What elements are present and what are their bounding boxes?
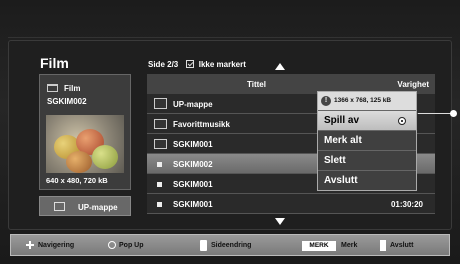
footer-page-change: Sideendring xyxy=(211,242,252,249)
file-icon xyxy=(157,162,162,167)
footer-mark: Merk xyxy=(341,242,358,249)
ok-button-icon xyxy=(108,241,116,249)
item-name: SGKIM001 xyxy=(173,180,213,189)
footer-navigate: Navigering xyxy=(38,242,75,249)
popup-item-delete[interactable]: Slett xyxy=(318,150,416,170)
popup-item-label: Slett xyxy=(324,155,346,166)
radio-selected-icon xyxy=(398,117,406,125)
callout-dot xyxy=(450,110,457,117)
page-info: Side 2/3 Ikke markert xyxy=(148,60,246,69)
preview-file-name: SGKIM002 xyxy=(47,97,87,106)
callout-line xyxy=(418,113,452,114)
popup-item-label: Merk alt xyxy=(324,135,362,146)
up-folder-icon xyxy=(54,202,65,211)
folder-icon xyxy=(47,84,58,92)
footer-popup: Pop Up xyxy=(119,242,144,249)
popup-info-text: 1366 x 768, 125 kB xyxy=(334,97,392,104)
media-browser-screen: Film Side 2/3 Ikke markert Film SGKIM002… xyxy=(0,0,460,264)
list-item[interactable]: SGKIM001 01:30:20 xyxy=(147,194,435,214)
popup-item-label: Avslutt xyxy=(324,175,358,186)
item-name: UP-mappe xyxy=(173,100,213,109)
folder-icon xyxy=(154,119,167,129)
info-icon: ! xyxy=(321,96,331,106)
exit-key-icon xyxy=(380,240,386,251)
up-folder-button[interactable]: UP-mappe xyxy=(39,196,131,216)
navigation-arrows-icon xyxy=(26,241,34,249)
item-name: Favorittmusikk xyxy=(173,120,230,129)
page-up-down-icon xyxy=(200,240,207,251)
column-title: Tittel xyxy=(247,80,266,89)
item-duration: 01:30:20 xyxy=(390,200,423,209)
item-name: SGKIM001 xyxy=(173,140,213,149)
file-icon xyxy=(157,202,162,207)
mark-key: MERK xyxy=(302,241,336,251)
preview-panel: Film SGKIM002 640 x 480, 720 kB xyxy=(39,74,131,190)
up-folder-button-label: UP-mappe xyxy=(78,203,118,212)
page-title: Film xyxy=(40,55,69,71)
page-counter: Side 2/3 xyxy=(148,60,179,69)
popup-menu: ! 1366 x 768, 125 kB Spill av Merk alt S… xyxy=(317,91,417,191)
popup-item-label: Spill av xyxy=(324,115,360,126)
popup-item-mark-all[interactable]: Merk alt xyxy=(318,130,416,150)
folder-icon xyxy=(154,139,167,149)
scroll-down-arrow-icon[interactable] xyxy=(275,218,285,225)
item-name: SGKIM001 xyxy=(173,200,213,209)
popup-item-play[interactable]: Spill av xyxy=(318,110,416,130)
column-duration: Varighet xyxy=(397,80,429,89)
preview-resolution: 640 x 480, 720 kB xyxy=(46,176,108,185)
up-folder-icon xyxy=(154,98,167,109)
preview-thumbnail xyxy=(46,115,124,173)
item-name: SGKIM002 xyxy=(173,160,213,169)
preview-folder-label: Film xyxy=(64,84,81,93)
file-icon xyxy=(157,182,162,187)
footer-key-guide: Navigering Pop Up Sideendring MERK Merk … xyxy=(10,234,450,256)
popup-item-exit[interactable]: Avslutt xyxy=(318,170,416,190)
top-bar xyxy=(8,0,452,38)
mark-status: Ikke markert xyxy=(198,60,246,69)
popup-file-info: ! 1366 x 768, 125 kB xyxy=(318,92,416,110)
checkbox-icon xyxy=(186,60,195,68)
footer-exit: Avslutt xyxy=(390,242,414,249)
scroll-up-arrow-icon[interactable] xyxy=(275,63,285,70)
